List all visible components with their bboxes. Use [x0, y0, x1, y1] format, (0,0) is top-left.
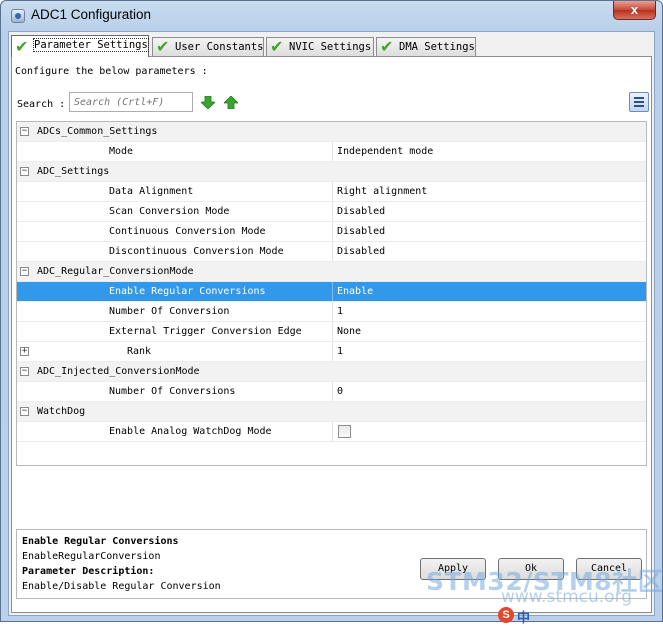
collapse-icon[interactable]: −: [20, 127, 29, 136]
param-value[interactable]: Enable: [337, 286, 373, 297]
config-window: ADC1 Configuration x ✔ Parameter Setting…: [0, 0, 663, 625]
param-row-number-of-conversions[interactable]: Number Of Conversions 0: [17, 382, 646, 402]
param-value[interactable]: Disabled: [337, 226, 385, 237]
param-value[interactable]: Independent mode: [337, 146, 433, 157]
window-title: ADC1 Configuration: [31, 7, 152, 22]
param-row-discontinuous-conversion[interactable]: Discontinuous Conversion Mode Disabled: [17, 242, 646, 262]
close-button[interactable]: x: [613, 1, 656, 20]
checkmark-icon: ✔: [270, 37, 284, 56]
tab-dma-settings[interactable]: ✔ DMA Settings: [376, 37, 476, 56]
param-value[interactable]: Right alignment: [337, 186, 427, 197]
title-bar: ADC1 Configuration x: [1, 1, 662, 30]
param-row-external-trigger-edge[interactable]: External Trigger Conversion Edge None: [17, 322, 646, 342]
param-row-continuous-conversion[interactable]: Continuous Conversion Mode Disabled: [17, 222, 646, 242]
tab-label: DMA Settings: [399, 41, 475, 53]
arrow-down-icon[interactable]: [201, 96, 215, 109]
list-view-icon: [634, 97, 644, 99]
param-value[interactable]: 0: [337, 386, 343, 397]
collapse-icon[interactable]: −: [20, 367, 29, 376]
param-value[interactable]: 1: [337, 346, 343, 357]
param-row-mode[interactable]: Mode Independent mode: [17, 142, 646, 162]
expand-icon[interactable]: +: [20, 347, 29, 356]
description-id: EnableRegularConversion: [22, 551, 161, 562]
group-row-adcs-common[interactable]: − ADCs_Common_Settings: [17, 122, 646, 142]
analog-watchdog-checkbox[interactable]: [338, 425, 351, 438]
param-value[interactable]: Disabled: [337, 246, 385, 257]
search-label: Search :: [17, 99, 66, 110]
checkmark-icon: ✔: [156, 37, 170, 56]
group-row-injected-conversion[interactable]: − ADC_Injected_ConversionMode: [17, 362, 646, 382]
collapse-icon[interactable]: −: [20, 167, 29, 176]
param-row-number-of-conversion[interactable]: Number Of Conversion 1: [17, 302, 646, 322]
param-row-rank[interactable]: + Rank 1: [17, 342, 646, 362]
dialog-body: ✔ Parameter Settings ✔ User Constants ✔ …: [8, 31, 655, 616]
parameter-table: − ADCs_Common_Settings Mode Independent …: [16, 121, 647, 466]
parameter-settings-panel: Configure the below parameters : Search …: [11, 56, 652, 613]
tab-parameter-settings[interactable]: ✔ Parameter Settings: [11, 35, 149, 57]
collapse-icon[interactable]: −: [20, 267, 29, 276]
param-value[interactable]: None: [337, 326, 361, 337]
description-title: Enable Regular Conversions: [22, 536, 179, 547]
tab-user-constants[interactable]: ✔ User Constants: [152, 37, 264, 56]
configure-instructions: Configure the below parameters :: [15, 66, 208, 77]
tab-label: NVIC Settings: [289, 41, 372, 53]
param-row-analog-watchdog[interactable]: Enable Analog WatchDog Mode: [17, 422, 646, 442]
group-row-adc-settings[interactable]: − ADC_Settings: [17, 162, 646, 182]
list-view-button[interactable]: [629, 92, 649, 112]
param-row-scan-conversion[interactable]: Scan Conversion Mode Disabled: [17, 202, 646, 222]
checkmark-icon: ✔: [15, 37, 29, 56]
checkmark-icon: ✔: [380, 37, 394, 56]
tab-label: Parameter Settings: [33, 38, 149, 52]
group-row-regular-conversion[interactable]: − ADC_Regular_ConversionMode: [17, 262, 646, 282]
param-row-enable-regular-conversions[interactable]: Enable Regular Conversions Enable: [17, 282, 646, 302]
ime-mode-label[interactable]: 中: [517, 607, 530, 626]
param-row-data-alignment[interactable]: Data Alignment Right alignment: [17, 182, 646, 202]
param-value[interactable]: 1: [337, 306, 343, 317]
description-text: Enable/Disable Regular Conversion: [22, 581, 221, 592]
ime-badge-icon[interactable]: S: [498, 607, 514, 623]
group-row-watchdog[interactable]: − WatchDog: [17, 402, 646, 422]
collapse-icon[interactable]: −: [20, 407, 29, 416]
description-param-label: Parameter Description:: [22, 566, 155, 577]
arrow-up-icon[interactable]: [224, 96, 238, 109]
param-value[interactable]: Disabled: [337, 206, 385, 217]
app-icon: [11, 9, 25, 23]
search-input[interactable]: [69, 92, 193, 112]
watermark-url: www.stmcu.org: [501, 587, 633, 607]
tab-label: User Constants: [175, 41, 264, 53]
tab-nvic-settings[interactable]: ✔ NVIC Settings: [266, 37, 374, 56]
